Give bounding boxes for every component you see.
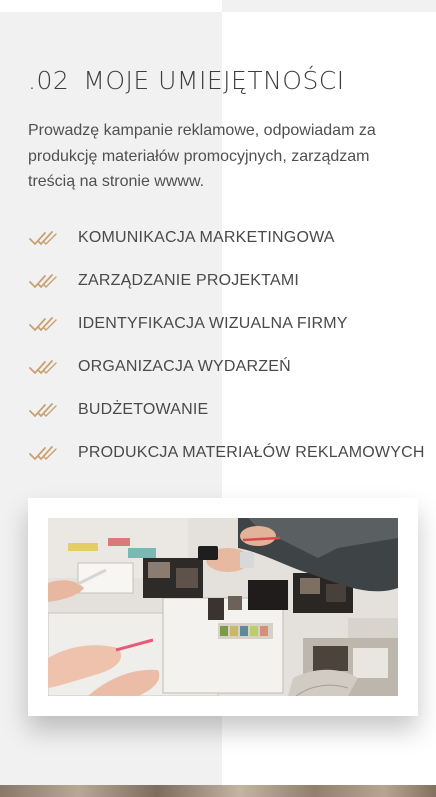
double-check-icon — [29, 231, 57, 246]
skill-label: PRODUKCJA MATERIAŁÓW REKLAMOWYCH — [78, 444, 425, 461]
double-check-icon — [29, 403, 57, 418]
top-background-band — [222, 0, 436, 12]
skill-label: ZARZĄDZANIE PROJEKTAMI — [78, 272, 300, 289]
photo-card — [28, 498, 418, 716]
double-check-icon — [29, 360, 57, 375]
bottom-photo-strip — [0, 785, 436, 797]
skill-label: ORGANIZACJA WYDARZEŃ — [78, 358, 291, 375]
skill-item: ZARZĄDZANIE PROJEKTAMI — [28, 260, 428, 303]
skill-label: IDENTYFIKACJA WIZUALNA FIRMY — [78, 315, 348, 332]
skills-list: KOMUNIKACJA MARKETINGOWA ZARZĄDZANIE PRO… — [28, 217, 428, 475]
skill-label: KOMUNIKACJA MARKETINGOWA — [78, 229, 335, 246]
double-check-icon — [29, 317, 57, 332]
team-working-photo — [48, 518, 398, 696]
skill-item: BUDŻETOWANIE — [28, 389, 428, 432]
double-check-icon — [29, 274, 57, 289]
skills-section: .02 MOJE UMIEJĘTNOŚCI Prowadzę kampanie … — [28, 66, 428, 475]
section-heading: .02 MOJE UMIEJĘTNOŚCI — [28, 66, 428, 104]
skill-item: IDENTYFIKACJA WIZUALNA FIRMY — [28, 303, 428, 346]
section-number: .02 — [28, 66, 70, 95]
section-title: MOJE UMIEJĘTNOŚCI — [83, 66, 345, 95]
skill-item: PRODUKCJA MATERIAŁÓW REKLAMOWYCH — [28, 432, 428, 475]
double-check-icon — [29, 446, 57, 461]
photo-illustration — [48, 518, 398, 696]
section-intro: Prowadzę kampanie reklamowe, odpowiadam … — [28, 122, 376, 190]
skill-item: ORGANIZACJA WYDARZEŃ — [28, 346, 428, 389]
skill-label: BUDŻETOWANIE — [78, 401, 209, 418]
skill-item: KOMUNIKACJA MARKETINGOWA — [28, 217, 428, 260]
